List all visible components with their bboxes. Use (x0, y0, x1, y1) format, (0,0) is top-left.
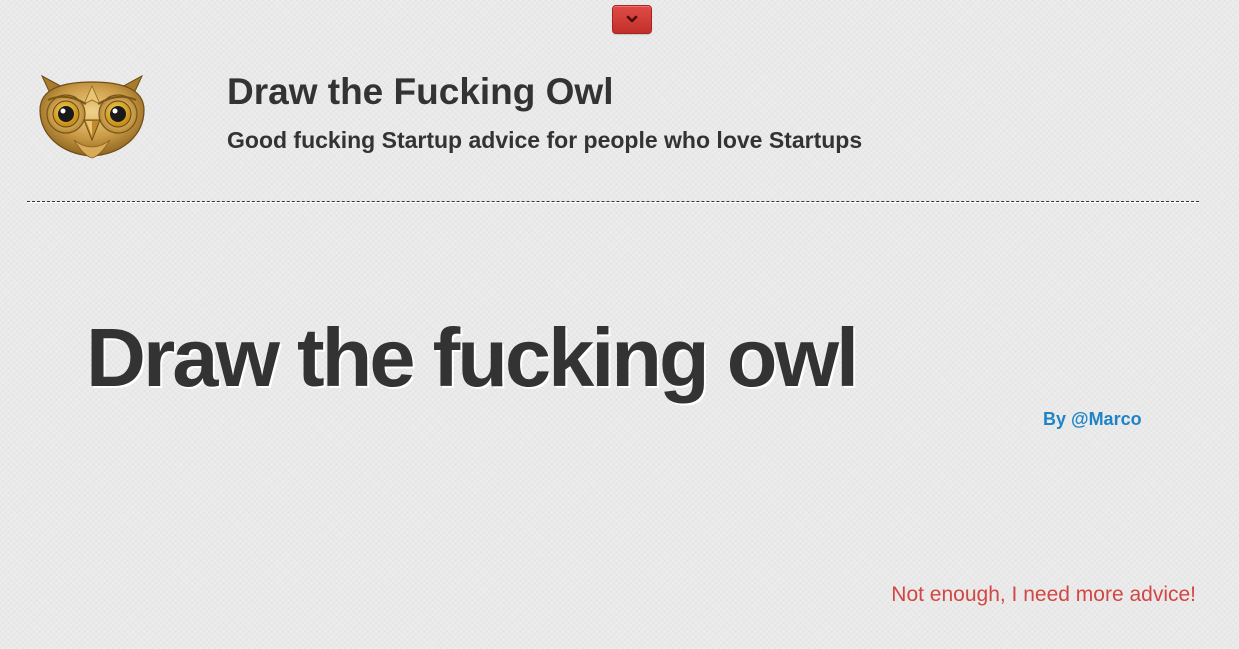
site-title: Draw the Fucking Owl (227, 71, 614, 112)
more-advice-link[interactable]: Not enough, I need more advice! (891, 581, 1196, 609)
site-tagline: Good fucking Startup advice for people w… (227, 127, 863, 153)
author-link[interactable]: By @Marco (1043, 407, 1142, 431)
menu-toggle-button[interactable] (612, 5, 652, 34)
owl-icon (39, 74, 145, 159)
chevron-down-icon (626, 15, 638, 23)
owl-logo[interactable] (34, 70, 150, 160)
header-divider (27, 201, 1199, 202)
advice-text: Draw the fucking owl (86, 311, 859, 404)
